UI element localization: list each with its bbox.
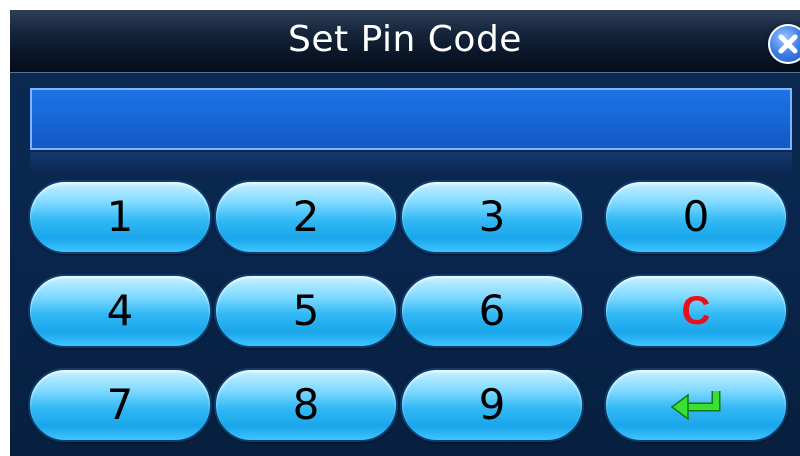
enter-button[interactable] bbox=[604, 368, 788, 442]
key-label: 8 bbox=[292, 380, 320, 429]
key-0[interactable]: 0 bbox=[604, 180, 788, 254]
pin-code-dialog: Set Pin Code 1 2 3 0 4 5 6 C 7 8 9 bbox=[10, 10, 800, 456]
key-label: 6 bbox=[478, 286, 506, 335]
keypad: 1 2 3 0 4 5 6 C 7 8 9 bbox=[10, 10, 800, 456]
key-label: 7 bbox=[106, 380, 134, 429]
key-label: 3 bbox=[478, 192, 506, 241]
key-1[interactable]: 1 bbox=[28, 180, 212, 254]
key-label: 5 bbox=[292, 286, 320, 335]
key-7[interactable]: 7 bbox=[28, 368, 212, 442]
key-label: 2 bbox=[292, 192, 320, 241]
key-3[interactable]: 3 bbox=[400, 180, 584, 254]
key-9[interactable]: 9 bbox=[400, 368, 584, 442]
key-label: 9 bbox=[478, 380, 506, 429]
key-5[interactable]: 5 bbox=[214, 274, 398, 348]
clear-button[interactable]: C bbox=[604, 274, 788, 348]
key-6[interactable]: 6 bbox=[400, 274, 584, 348]
key-2[interactable]: 2 bbox=[214, 180, 398, 254]
key-4[interactable]: 4 bbox=[28, 274, 212, 348]
enter-arrow-icon bbox=[670, 391, 721, 421]
key-label: 0 bbox=[682, 192, 710, 241]
key-8[interactable]: 8 bbox=[214, 368, 398, 442]
key-label: 4 bbox=[106, 286, 134, 335]
key-label: 1 bbox=[106, 192, 134, 241]
clear-label: C bbox=[681, 289, 711, 333]
